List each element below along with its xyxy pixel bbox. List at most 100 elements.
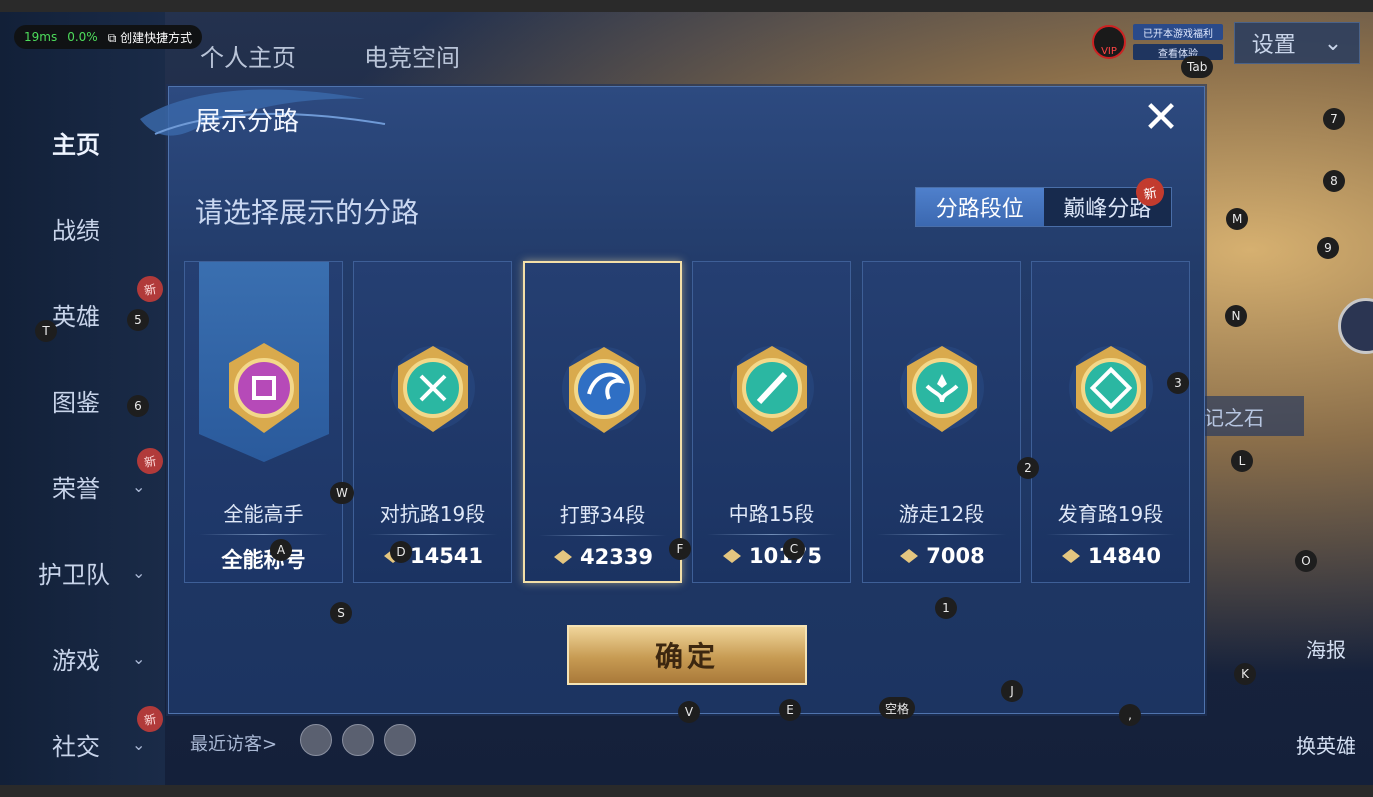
- card-score: 7008: [863, 544, 1020, 568]
- key-hint: F: [669, 538, 691, 560]
- key-hint: 9: [1317, 237, 1339, 259]
- confirm-button[interactable]: 确定: [567, 625, 807, 685]
- peak-points-icon: [1061, 549, 1080, 563]
- sidebar-item-label: 游戏: [52, 646, 100, 675]
- lane-card-farm[interactable]: 发育路19段 14840: [1031, 261, 1190, 583]
- key-hint: 8: [1323, 170, 1345, 192]
- key-hint: E: [779, 699, 801, 721]
- vip-icon[interactable]: VIP: [1092, 25, 1126, 59]
- game-screen: 个人主页 电竞空间 VIP 已开本游戏福利 查看体验 设置 ⌄ 主页 战绩 英雄…: [0, 0, 1373, 797]
- key-hint: 5: [127, 309, 149, 331]
- sidebar-item-label: 英雄: [52, 302, 100, 331]
- avatar[interactable]: [342, 724, 374, 756]
- lane-card-clash[interactable]: 对抗路19段 14541: [353, 261, 512, 583]
- sidebar-item-label: 图鉴: [52, 388, 100, 417]
- packet-loss-readout: 0.0%: [67, 30, 98, 44]
- roam-emblem-icon: [897, 338, 987, 438]
- key-hint: A: [270, 539, 292, 561]
- window-top-border: [0, 0, 1373, 12]
- card-title: 发育路19段: [1057, 502, 1164, 526]
- avatar[interactable]: [300, 724, 332, 756]
- sidebar-item-label: 荣誉: [52, 474, 100, 503]
- close-icon[interactable]: ✕: [1141, 96, 1181, 140]
- key-hint: D: [390, 541, 412, 563]
- divider: [707, 534, 836, 535]
- divider: [539, 535, 666, 536]
- key-hint: S: [330, 602, 352, 624]
- sidebar-item-record[interactable]: 战绩: [0, 208, 165, 248]
- mid-lane-emblem-icon: [727, 338, 817, 438]
- sidebar-item-label: 战绩: [52, 216, 100, 245]
- sidebar-item-social[interactable]: 社交 ⌄: [0, 724, 165, 764]
- tab-esports[interactable]: 电竞空间: [364, 38, 460, 73]
- lane-card-roam[interactable]: 游走12段 7008: [862, 261, 1021, 583]
- poster-label[interactable]: 海报: [1306, 634, 1346, 663]
- key-hint: M: [1226, 208, 1249, 230]
- key-hint: 6: [127, 395, 149, 417]
- recent-visitors-link[interactable]: 最近访客>: [190, 730, 277, 756]
- farm-lane-emblem-icon: [1066, 338, 1156, 438]
- performance-overlay: 19ms 0.0% ⧉ 创建快捷方式: [14, 25, 203, 49]
- card-score: 14840: [1032, 544, 1189, 568]
- sidebar-item-label: 社交: [52, 732, 100, 761]
- peak-points-icon: [900, 549, 919, 563]
- lane-card-list: 全能高手 全能称号 对抗路19段 14541 打野34段 42339 中路15段: [184, 261, 1190, 583]
- key-hint: W: [330, 482, 354, 504]
- clash-lane-emblem-icon: [388, 338, 478, 438]
- card-title: 中路15段: [728, 502, 815, 526]
- window-bottom-border: [0, 785, 1373, 797]
- create-shortcut-label: 创建快捷方式: [120, 30, 193, 45]
- card-score: 42339: [525, 545, 680, 569]
- divider: [199, 534, 328, 535]
- lane-card-all-round[interactable]: 全能高手 全能称号: [184, 261, 343, 583]
- key-hint: J: [1001, 680, 1023, 702]
- lane-card-mid[interactable]: 中路15段 10175: [692, 261, 851, 583]
- card-title: 打野34段: [559, 503, 646, 527]
- card-score-value: 全能称号: [221, 548, 306, 572]
- key-hint: N: [1225, 305, 1247, 327]
- key-hint: Tab: [1181, 56, 1214, 78]
- key-hint: L: [1231, 450, 1253, 472]
- sidebar-item-guard[interactable]: 护卫队 ⌄: [0, 552, 165, 592]
- key-hint: ,: [1119, 704, 1141, 726]
- tab-lane-rank[interactable]: 分路段位: [916, 188, 1044, 226]
- divider: [877, 534, 1006, 535]
- tab-profile[interactable]: 个人主页: [200, 38, 296, 73]
- key-hint: T: [35, 320, 57, 342]
- rune-stone-label: 记之石: [1204, 405, 1264, 430]
- chevron-down-icon: ⌄: [132, 648, 146, 668]
- sidebar-item-honor[interactable]: 荣誉 ⌄: [0, 466, 165, 506]
- key-hint: 2: [1017, 457, 1039, 479]
- chevron-down-icon: ⌄: [132, 562, 146, 582]
- card-score: 全能称号: [185, 544, 342, 574]
- key-hint: C: [783, 538, 805, 560]
- key-hint: V: [678, 701, 700, 723]
- hexagon-icon[interactable]: [1338, 298, 1373, 354]
- lane-display-dialog: 展示分路 ✕ 请选择展示的分路 分路段位 巅峰分路 新 全能高手 全能称号 对抗…: [140, 86, 1205, 714]
- divider: [368, 534, 497, 535]
- lane-card-jungle[interactable]: 打野34段 42339: [523, 261, 682, 583]
- vip-chip-1: 已开本游戏福利: [1133, 24, 1223, 40]
- avatar[interactable]: [384, 724, 416, 756]
- chevron-down-icon: ⌄: [132, 734, 146, 754]
- create-shortcut-link[interactable]: ⧉ 创建快捷方式: [108, 29, 192, 46]
- settings-button[interactable]: 设置 ⌄: [1234, 22, 1360, 64]
- peak-points-icon: [553, 550, 572, 564]
- rune-stone-button[interactable]: 记之石: [1192, 396, 1304, 436]
- peak-points-icon: [722, 549, 741, 563]
- chevron-down-icon: ⌄: [132, 476, 146, 496]
- key-hint: K: [1234, 663, 1256, 685]
- sidebar-item-games[interactable]: 游戏 ⌄: [0, 638, 165, 678]
- latency-readout: 19ms: [24, 30, 58, 44]
- card-title: 对抗路19段: [379, 502, 486, 526]
- card-score-value: 14840: [1087, 544, 1162, 568]
- sidebar-item-label: 护卫队: [38, 560, 110, 589]
- card-score-value: 7008: [926, 544, 985, 568]
- card-title: 游走12段: [898, 502, 985, 526]
- card-title: 全能高手: [223, 502, 304, 526]
- dialog-title: 展示分路: [195, 107, 300, 137]
- card-score-value: 14541: [409, 544, 484, 568]
- swap-hero-label[interactable]: 换英雄: [1296, 730, 1356, 759]
- card-score: 14541: [354, 544, 511, 568]
- key-hint: O: [1295, 550, 1317, 572]
